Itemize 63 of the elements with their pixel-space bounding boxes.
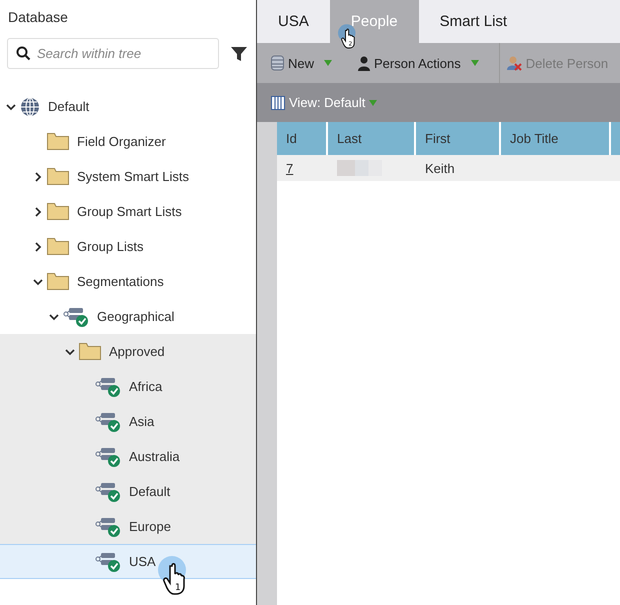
tree-item[interactable]: Africa <box>0 369 256 404</box>
id-link[interactable]: 7 <box>286 160 294 176</box>
tree-label: Default <box>129 484 170 499</box>
tree-label: Group Lists <box>77 239 144 254</box>
tab[interactable]: Smart List <box>418 0 528 43</box>
tree-label: Asia <box>129 414 154 429</box>
segment-icon <box>95 446 121 466</box>
toolbar-button[interactable]: New <box>265 43 338 83</box>
tree-label: Default <box>48 99 90 114</box>
chevron-right-icon[interactable] <box>33 206 43 216</box>
tree-item[interactable]: Group Lists <box>0 229 256 264</box>
delete-person-icon <box>506 55 522 71</box>
tree-item[interactable]: Default <box>0 89 256 124</box>
tree-label: System Smart Lists <box>77 169 189 184</box>
tree-label: Segmentations <box>77 274 164 289</box>
tree-label: Australia <box>129 449 180 464</box>
globe-icon <box>20 96 40 116</box>
folder-icon <box>47 203 69 220</box>
tree-item[interactable]: Asia <box>0 404 256 439</box>
folder-icon <box>47 273 69 290</box>
segment-icon <box>95 482 121 502</box>
search-icon <box>16 46 31 61</box>
tree-item[interactable]: Field Organizer <box>0 124 256 159</box>
chevron-down-icon[interactable] <box>33 276 43 286</box>
search-field[interactable]: Search within tree <box>7 38 219 69</box>
person-icon <box>358 56 370 70</box>
chevron-right-icon[interactable] <box>33 172 43 182</box>
tree-item[interactable]: Europe <box>0 509 256 544</box>
tree-label: Africa <box>129 379 162 394</box>
filter-icon[interactable] <box>231 46 247 62</box>
tree-label: Europe <box>129 519 171 534</box>
folder-icon <box>79 343 101 360</box>
folder-icon <box>47 168 69 185</box>
chevron-down-icon[interactable] <box>65 346 75 356</box>
segment-icon <box>95 376 121 396</box>
chevron-down-icon[interactable] <box>49 312 59 322</box>
dropdown-arrow-icon <box>369 100 378 106</box>
toolbar-button[interactable]: Person Actions <box>352 43 485 83</box>
folder-icon <box>47 133 69 150</box>
table-cell: Keith <box>425 160 455 176</box>
panel-title: Database <box>7 8 69 27</box>
tree-label: USA <box>129 554 156 569</box>
tab[interactable]: USA <box>257 0 330 43</box>
chevron-right-icon[interactable] <box>33 242 43 252</box>
segment-icon <box>95 412 121 432</box>
tree-label: Field Organizer <box>77 134 166 149</box>
tree-item[interactable]: Default <box>0 474 256 509</box>
segment-icon <box>63 306 89 326</box>
segment-icon <box>95 516 121 536</box>
tree-item[interactable]: Approved <box>0 334 256 369</box>
tree-item[interactable]: Group Smart Lists <box>0 194 256 229</box>
tree-label: Approved <box>109 344 165 359</box>
tree-item[interactable]: System Smart Lists <box>0 159 256 194</box>
database-icon <box>271 55 284 71</box>
grid-icon <box>271 96 285 110</box>
folder-icon <box>47 238 69 255</box>
tree-label: Group Smart Lists <box>77 204 182 219</box>
tree-item[interactable]: Australia <box>0 439 256 474</box>
chevron-down-icon[interactable] <box>6 102 16 112</box>
tree-label: Geographical <box>97 309 174 324</box>
tree-item[interactable]: Segmentations <box>0 264 256 299</box>
segment-icon <box>95 552 121 572</box>
tree-item[interactable]: Geographical <box>0 299 256 334</box>
